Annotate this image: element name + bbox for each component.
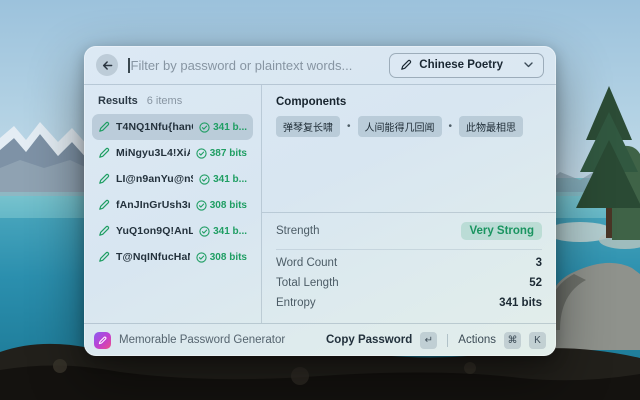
password-list-item[interactable]: T@NqINfucHaN9xi... 308 bits xyxy=(92,244,253,270)
footer-separator xyxy=(447,334,448,347)
check-circle-icon xyxy=(199,122,210,133)
word-count-label: Word Count xyxy=(276,257,337,269)
component-pill: 人间能得几回闻 xyxy=(358,116,442,137)
password-text: fAnJInGrUsh3nL!NG... xyxy=(116,199,190,211)
search-field-wrap xyxy=(128,58,379,73)
stats-list: Word Count 3 Total Length 52 Entropy 341… xyxy=(276,250,542,323)
search-bar: Chinese Poetry xyxy=(84,46,556,85)
password-text: MiNgyu3L4!XiAn92h... xyxy=(116,147,190,159)
password-list-item[interactable]: fAnJInGrUsh3nL!NG... 308 bits xyxy=(92,192,253,218)
mode-dropdown-label: Chinese Poetry xyxy=(419,59,503,71)
results-header: Results 6 items xyxy=(92,91,253,114)
components-title: Components xyxy=(276,96,542,108)
word-count-row: Word Count 3 xyxy=(276,257,542,269)
components-list: 弹琴复长啸 • 人间能得几回闻 • 此物最相思 xyxy=(276,116,542,137)
chevron-down-icon xyxy=(524,62,533,68)
password-list-item[interactable]: LI@n9anYu@n$H3N... 341 b... xyxy=(92,166,253,192)
back-button[interactable] xyxy=(96,54,118,76)
entropy-badge: 308 bits xyxy=(196,200,247,211)
copy-password-button[interactable]: Copy Password xyxy=(326,334,412,346)
action-bar: Memorable Password Generator Copy Passwo… xyxy=(84,323,556,356)
pencil-icon xyxy=(98,225,110,237)
entropy-badge: 387 bits xyxy=(196,148,247,159)
total-length-label: Total Length xyxy=(276,277,339,289)
check-circle-icon xyxy=(199,174,210,185)
return-key-icon: ↵ xyxy=(420,332,437,349)
check-circle-icon xyxy=(196,200,207,211)
password-list-item[interactable]: T4NQ1Nfu{hanGxIAo... 341 b... xyxy=(92,114,253,140)
password-text: T@NqINfucHaN9xi... xyxy=(116,251,190,263)
bullet-separator: • xyxy=(449,121,453,132)
entropy-badge: 308 bits xyxy=(196,252,247,263)
total-length-value: 52 xyxy=(529,277,542,289)
cmd-key-icon: ⌘ xyxy=(504,332,521,349)
results-panel: Results 6 items T4NQ1Nfu{hanGxIAo... 341… xyxy=(84,85,262,323)
results-count: 6 items xyxy=(147,95,182,107)
pencil-icon xyxy=(98,199,110,211)
total-length-row: Total Length 52 xyxy=(276,277,542,289)
entropy-value: 341 bits xyxy=(499,297,542,309)
password-text: T4NQ1Nfu{hanGxIAo... xyxy=(116,121,193,133)
strength-row: Strength Very Strong xyxy=(276,213,542,249)
pencil-icon xyxy=(400,59,412,71)
mode-dropdown[interactable]: Chinese Poetry xyxy=(389,53,544,78)
word-count-value: 3 xyxy=(536,257,542,269)
entropy-label: Entropy xyxy=(276,297,316,309)
component-pill: 此物最相思 xyxy=(459,116,523,137)
pencil-icon xyxy=(98,147,110,159)
entropy-badge-text: 341 b... xyxy=(213,174,247,185)
entropy-badge: 341 b... xyxy=(199,226,247,237)
app-name: Memorable Password Generator xyxy=(119,334,285,346)
bullet-separator: • xyxy=(347,121,351,132)
text-cursor xyxy=(128,58,130,73)
entropy-row: Entropy 341 bits xyxy=(276,297,542,309)
window-body: Results 6 items T4NQ1Nfu{hanGxIAo... 341… xyxy=(84,85,556,323)
password-generator-window: Chinese Poetry Results 6 items T4NQ1Nfu{… xyxy=(84,46,556,356)
component-pill: 弹琴复长啸 xyxy=(276,116,340,137)
entropy-badge-text: 308 bits xyxy=(210,252,247,263)
detail-panel: Components 弹琴复长啸 • 人间能得几回闻 • 此物最相思 Stren… xyxy=(262,85,556,323)
pencil-icon xyxy=(98,121,110,133)
entropy-badge-text: 341 b... xyxy=(213,122,247,133)
entropy-badge: 341 b... xyxy=(199,122,247,133)
desktop: Chinese Poetry Results 6 items T4NQ1Nfu{… xyxy=(0,0,640,400)
password-text: LI@n9anYu@n$H3N... xyxy=(116,173,193,185)
check-circle-icon xyxy=(199,226,210,237)
entropy-badge-text: 308 bits xyxy=(210,200,247,211)
app-icon xyxy=(94,332,111,349)
pencil-icon xyxy=(98,251,110,263)
check-circle-icon xyxy=(196,252,207,263)
arrow-left-icon xyxy=(102,60,113,71)
password-text: YuQ1on9Q!AnLimuC!... xyxy=(116,225,193,237)
results-title: Results xyxy=(98,95,138,107)
strength-label: Strength xyxy=(276,225,319,237)
k-key-icon: K xyxy=(529,332,546,349)
password-list-item[interactable]: MiNgyu3L4!XiAn92h... 387 bits xyxy=(92,140,253,166)
entropy-badge-text: 341 b... xyxy=(213,226,247,237)
entropy-badge-text: 387 bits xyxy=(210,148,247,159)
search-input[interactable] xyxy=(131,58,380,73)
check-circle-icon xyxy=(196,148,207,159)
strength-badge: Very Strong xyxy=(461,222,542,240)
password-list-item[interactable]: YuQ1on9Q!AnLimuC!... 341 b... xyxy=(92,218,253,244)
entropy-badge: 341 b... xyxy=(199,174,247,185)
pencil-icon xyxy=(98,173,110,185)
actions-button[interactable]: Actions xyxy=(458,334,496,346)
